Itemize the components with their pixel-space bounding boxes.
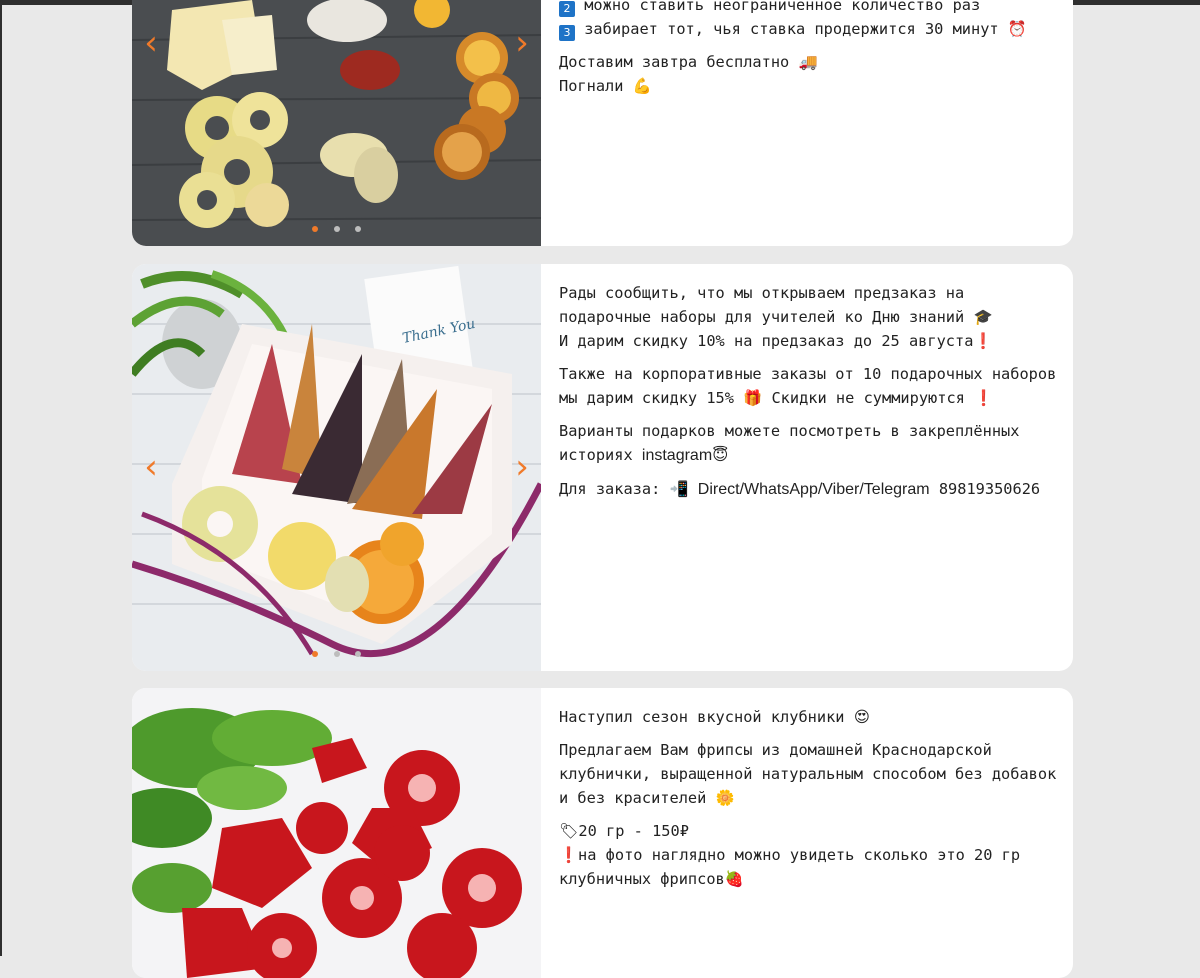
instagram-link[interactable]: instagram (642, 447, 712, 464)
post-text-line: Предлагаем Вам фрипсы из домашней Красно… (559, 741, 992, 759)
slider-dots (132, 217, 541, 236)
post-text: 2 можно ставить неограниченное количеств… (559, 0, 1064, 107)
post-text-line: Скидки не суммируются (771, 389, 965, 407)
post-text-line: Погнали (559, 77, 624, 95)
messengers-link[interactable]: Direct/WhatsApp/Viber/Telegram (698, 481, 930, 498)
post-card-strawberry: Наступил сезон вкусной клубники 😍 Предла… (132, 688, 1073, 978)
post-text-line: Наступил сезон вкусной клубники (559, 708, 845, 726)
window-left-edge (0, 0, 2, 956)
slider-dot[interactable] (355, 226, 362, 232)
post-text-line: Варианты подарков можете посмотреть в за… (559, 422, 1020, 440)
post-text-line: клубнички, выращенной натуральным способ… (559, 765, 1057, 783)
post-text-line: И дарим скидку 10% на предзаказ до 25 ав… (559, 332, 974, 350)
slider-prev-arrow[interactable]: ‹ (140, 447, 162, 487)
post-text-line: Рады сообщить, что мы открываем предзака… (559, 284, 965, 302)
smiling-halo-icon: 😇 (712, 446, 729, 464)
post-text-line: мы дарим скидку 15% (559, 389, 734, 407)
gift-icon: 🎁 (743, 389, 763, 407)
delivery-truck-icon: 🚚 (798, 53, 818, 71)
post-text-line: можно ставить неограниченное количество … (584, 0, 981, 14)
slider-next-arrow[interactable]: › (511, 447, 533, 487)
slider-dot[interactable] (311, 651, 318, 657)
post-text-line: Для заказа: (559, 480, 661, 498)
post-text-line: историях (559, 446, 633, 464)
slider-prev-arrow[interactable]: ‹ (140, 23, 162, 63)
blossom-icon: 🌼 (715, 789, 735, 807)
post-text-line: Также на корпоративные заказы от 10 пода… (559, 365, 1057, 383)
slider-next-arrow[interactable]: › (511, 23, 533, 63)
post-card-teacher-gifts: Thank You ‹ › Рады сообщить, что мы откр… (132, 264, 1073, 671)
post-text: Рады сообщить, что мы открываем предзака… (559, 281, 1064, 511)
flexed-biceps-icon: 💪 (632, 77, 652, 95)
dried-fruit-photo (132, 0, 541, 246)
alarm-clock-icon: ⏰ (1007, 20, 1027, 38)
number-badge-icon: 3 (559, 25, 575, 41)
strawberry-chips-photo (132, 688, 541, 978)
slider-dots (132, 642, 541, 661)
number-badge-icon: 2 (559, 1, 575, 17)
phone-number[interactable]: 89819350626 (939, 480, 1040, 498)
post-photo-slider: Thank You ‹ › (132, 264, 541, 671)
price-line: 20 гр - 150₽ (578, 822, 689, 840)
price-tag-icon: 🏷 (559, 822, 579, 840)
post-text-line: на фото наглядно можно увидеть сколько э… (578, 846, 1021, 864)
exclamation-icon: ❗ (973, 332, 993, 350)
post-text-line: клубничных фрипсов (559, 870, 725, 888)
mobile-phone-icon: 📲 (669, 480, 689, 498)
strawberry-icon: 🍓 (724, 870, 744, 888)
post-text-line: Доставим завтра бесплатно (559, 53, 790, 71)
gift-box-photo: Thank You (132, 264, 541, 671)
exclamation-icon: ❗ (559, 846, 579, 864)
heart-eyes-icon: 😍 (853, 708, 870, 726)
post-text-line: забирает тот, чья ставка продержится 30 … (584, 20, 999, 38)
post-text-line: подарочные наборы для учителей ко Дню зн… (559, 308, 965, 326)
post-text: Наступил сезон вкусной клубники 😍 Предла… (559, 705, 1064, 900)
slider-dot[interactable] (333, 226, 340, 232)
slider-dot[interactable] (311, 226, 318, 232)
post-photo (132, 688, 541, 978)
post-text-line: и без красителей (559, 789, 707, 807)
post-photo-slider: ‹ › (132, 0, 541, 246)
exclamation-icon: ❗ (974, 389, 994, 407)
slider-dot[interactable] (355, 651, 362, 657)
post-card-auction: ‹ › 2 можно ставить неограниченное колич… (132, 0, 1073, 246)
slider-dot[interactable] (333, 651, 340, 657)
graduation-cap-icon: 🎓 (973, 308, 993, 326)
